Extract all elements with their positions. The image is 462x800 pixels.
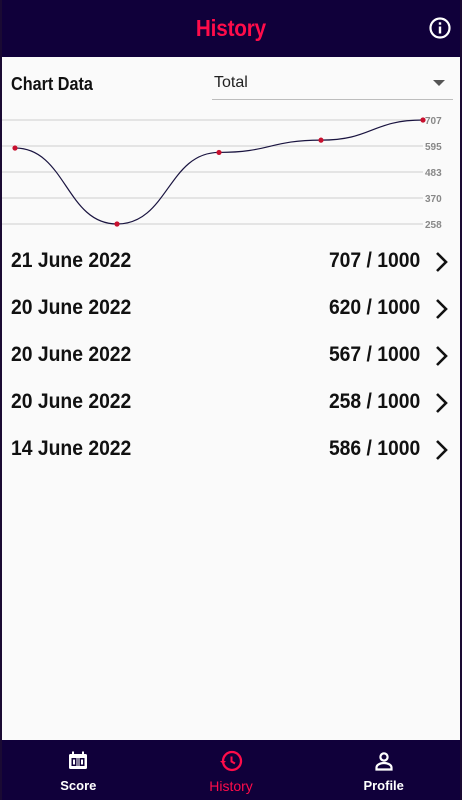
- history-date: 14 June 2022: [11, 437, 132, 460]
- history-list: 21 June 2022 707 / 1000 20 June 2022 620 / …: [2, 237, 460, 472]
- nav-label: Score: [60, 778, 97, 793]
- history-date: 20 June 2022: [11, 390, 132, 413]
- history-row[interactable]: 21 June 2022 707 / 1000: [2, 237, 460, 284]
- nav-label: Profile: [363, 778, 404, 793]
- history-row[interactable]: 14 June 2022 586 / 1000: [2, 425, 460, 472]
- chevron-right-icon: [436, 346, 448, 366]
- history-score: 620 / 1000: [328, 296, 420, 319]
- chevron-down-icon: [433, 80, 445, 86]
- chart-data-label: Chart Data: [11, 74, 93, 94]
- history-row[interactable]: 20 June 2022 567 / 1000: [2, 331, 460, 378]
- history-date: 20 June 2022: [11, 296, 132, 319]
- chevron-right-icon: [436, 440, 448, 460]
- bottom-navigation: Score History Profile: [2, 740, 460, 800]
- history-chart: 707 595 483 370 258: [2, 109, 460, 237]
- chart-controls: Chart Data Total: [2, 57, 460, 109]
- history-date: 21 June 2022: [11, 249, 132, 272]
- history-score: 707 / 1000: [328, 249, 420, 272]
- app-header: History: [2, 0, 460, 57]
- chart-data-select[interactable]: Total: [212, 67, 453, 100]
- y-tick-label: 258: [425, 220, 442, 231]
- page-title: History: [195, 15, 267, 41]
- nav-item-profile[interactable]: Profile: [307, 740, 460, 800]
- chevron-right-icon: [436, 252, 448, 272]
- history-row[interactable]: 20 June 2022 258 / 1000: [2, 378, 460, 425]
- scoreboard-icon: [69, 751, 88, 769]
- chart-data-select-value: Total: [214, 74, 248, 91]
- info-icon: [429, 17, 451, 39]
- y-tick-label: 595: [425, 142, 442, 153]
- history-icon: [220, 750, 243, 772]
- history-date: 20 June 2022: [11, 343, 132, 366]
- history-score: 567 / 1000: [328, 343, 420, 366]
- history-score: 258 / 1000: [328, 390, 420, 413]
- app-screen: History Chart Data Total 707 595 483 370 258…: [2, 0, 460, 800]
- history-row[interactable]: 20 June 2022 620 / 1000: [2, 284, 460, 331]
- chevron-right-icon: [436, 393, 448, 413]
- info-button[interactable]: [428, 16, 452, 40]
- chart-data-point: [420, 117, 426, 123]
- y-tick-label: 370: [425, 194, 442, 205]
- y-tick-label: 707: [425, 116, 442, 127]
- chart-data-point: [216, 149, 222, 156]
- chevron-right-icon: [436, 299, 448, 319]
- chart-data-point: [318, 137, 324, 143]
- history-score: 586 / 1000: [328, 437, 420, 460]
- nav-item-history[interactable]: History: [155, 740, 308, 800]
- chart-svg: 707 595 483 370 258: [2, 116, 442, 231]
- chart-data-point: [114, 221, 120, 227]
- chart-data-point: [12, 145, 18, 151]
- nav-item-score[interactable]: Score: [2, 740, 155, 800]
- person-icon: [375, 752, 393, 771]
- y-tick-label: 483: [425, 168, 442, 179]
- nav-label: History: [209, 778, 253, 794]
